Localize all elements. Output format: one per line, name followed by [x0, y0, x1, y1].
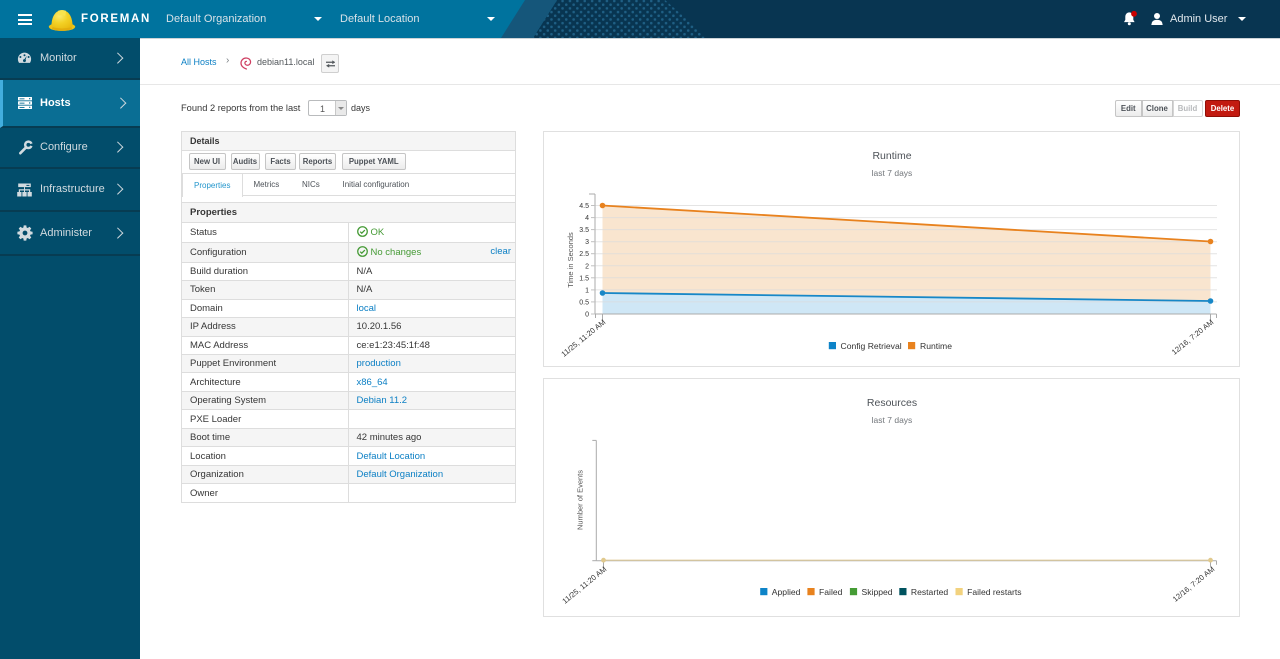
svg-text:4.5: 4.5: [579, 203, 589, 210]
svg-text:Config Retrieval: Config Retrieval: [841, 341, 902, 351]
svg-text:4: 4: [585, 215, 589, 222]
svg-text:0.5: 0.5: [579, 299, 589, 306]
svg-text:Restarted: Restarted: [911, 587, 948, 597]
svg-text:Runtime: Runtime: [872, 150, 911, 162]
svg-text:1: 1: [585, 287, 589, 294]
svg-text:Failed restarts: Failed restarts: [967, 587, 1021, 597]
svg-text:Time in Seconds: Time in Seconds: [566, 232, 575, 288]
svg-text:Number of Events: Number of Events: [576, 470, 585, 530]
svg-text:last 7 days: last 7 days: [872, 415, 913, 425]
svg-text:11/25, 11:20 AM: 11/25, 11:20 AM: [560, 565, 608, 606]
svg-text:Runtime: Runtime: [920, 341, 952, 351]
svg-text:0: 0: [585, 312, 589, 319]
svg-text:3.5: 3.5: [579, 227, 589, 234]
svg-text:Applied: Applied: [772, 587, 801, 597]
svg-text:2.5: 2.5: [579, 251, 589, 258]
svg-text:3: 3: [585, 239, 589, 246]
svg-text:12/16, 7:20 AM: 12/16, 7:20 AM: [1171, 565, 1216, 604]
svg-text:Skipped: Skipped: [862, 587, 893, 597]
svg-text:1.5: 1.5: [579, 275, 589, 282]
svg-text:11/25, 11:20 AM: 11/25, 11:20 AM: [559, 318, 607, 359]
svg-text:Failed: Failed: [819, 587, 843, 597]
svg-text:12/16, 7:20 AM: 12/16, 7:20 AM: [1170, 318, 1215, 357]
svg-text:last 7 days: last 7 days: [872, 168, 913, 178]
svg-text:Resources: Resources: [867, 397, 917, 409]
svg-text:2: 2: [585, 263, 589, 270]
